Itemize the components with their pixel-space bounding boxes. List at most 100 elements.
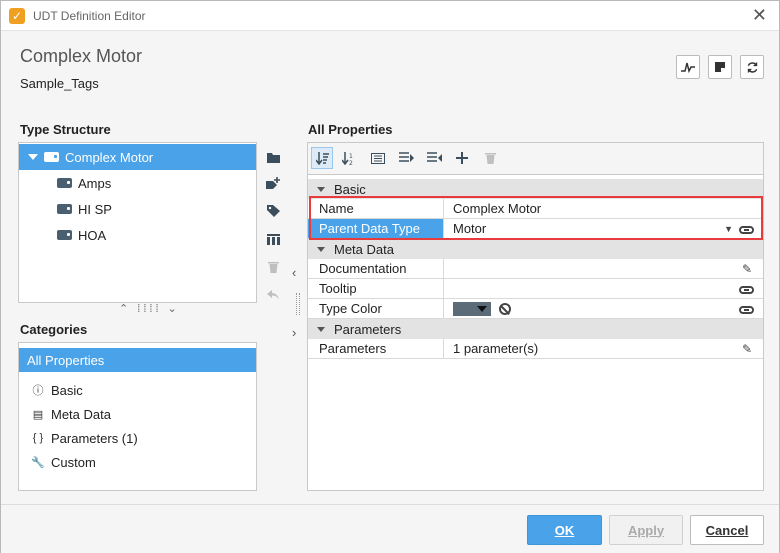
collapse-all-button[interactable] xyxy=(423,147,445,169)
property-grid: Basic Name Complex Motor Parent Data Typ… xyxy=(307,174,764,491)
chevron-right-icon[interactable]: › xyxy=(292,325,296,340)
property-name: Tooltip xyxy=(308,279,444,298)
udt-editor-window: ✓ UDT Definition Editor ✕ Complex Motor … xyxy=(0,0,780,553)
ok-label: OK xyxy=(554,522,575,538)
undo-button[interactable] xyxy=(264,286,282,304)
section-label: Basic xyxy=(334,181,366,197)
tree-item-label: HI SP xyxy=(78,201,112,217)
refresh-icon xyxy=(747,61,757,73)
udt-title: Complex Motor xyxy=(20,46,143,66)
collapse-triangle-icon[interactable] xyxy=(317,186,325,192)
category-label: Meta Data xyxy=(51,406,111,422)
columns-icon xyxy=(266,233,280,245)
property-name: Parent Data Type xyxy=(308,219,444,238)
property-toolbar: 12 xyxy=(307,142,764,174)
trash-icon xyxy=(267,262,279,273)
property-name: Documentation xyxy=(308,259,444,278)
add-property-button[interactable] xyxy=(451,147,473,169)
color-picker-swatch[interactable] xyxy=(453,302,491,316)
splitter-handle[interactable]: ⌃ ⁞⁞⁞⁞ ⌄ xyxy=(119,302,180,315)
collapse-triangle-icon[interactable] xyxy=(317,326,325,332)
type-structure-label: Type Structure xyxy=(20,122,111,137)
tag-icon xyxy=(266,205,280,217)
property-row-parameters[interactable]: Parameters 1 parameter(s) ✎ xyxy=(308,339,763,359)
section-parameters[interactable]: Parameters xyxy=(308,319,763,339)
pencil-icon[interactable]: ✎ xyxy=(742,339,752,359)
close-icon[interactable]: ✕ xyxy=(752,5,767,26)
tree-item-amps[interactable]: Amps xyxy=(19,170,256,196)
category-basic[interactable]: ⓘ Basic xyxy=(19,378,256,402)
categories-label: Categories xyxy=(20,322,88,337)
category-label: Basic xyxy=(51,382,83,398)
section-basic[interactable]: Basic xyxy=(308,179,763,199)
note-icon xyxy=(715,62,725,72)
delete-member-button[interactable] xyxy=(264,258,282,276)
section-label: Meta Data xyxy=(334,241,394,257)
trend-button[interactable] xyxy=(676,55,700,79)
property-row-type-color[interactable]: Type Color xyxy=(308,299,763,319)
dropdown-arrow-icon[interactable]: ▼ xyxy=(724,219,733,239)
property-row-parent-data-type[interactable]: Parent Data Type Motor ▼ xyxy=(308,219,763,239)
columns-button[interactable] xyxy=(264,230,282,248)
tooltip-value-field[interactable] xyxy=(444,279,763,298)
all-properties-label: All Properties xyxy=(308,122,393,137)
new-folder-button[interactable] xyxy=(264,148,282,166)
braces-icon: { } xyxy=(32,432,44,444)
property-row-tooltip[interactable]: Tooltip xyxy=(308,279,763,299)
header: Complex Motor Sample_Tags xyxy=(1,32,779,102)
category-parameters[interactable]: { } Parameters (1) xyxy=(19,426,256,450)
category-meta-data[interactable]: ▤ Meta Data xyxy=(19,402,256,426)
sort-alpha-icon: 12 xyxy=(341,151,353,165)
refresh-button[interactable] xyxy=(740,55,764,79)
tag-button[interactable] xyxy=(264,202,282,220)
add-member-button[interactable] xyxy=(264,174,282,192)
pencil-icon[interactable]: ✎ xyxy=(742,259,752,279)
tag-icon xyxy=(57,178,72,188)
apply-button[interactable]: Apply xyxy=(609,515,683,545)
tree-item-complex-motor[interactable]: Complex Motor xyxy=(19,144,256,170)
remove-property-button[interactable] xyxy=(479,147,501,169)
cancel-label: Cancel xyxy=(705,522,749,538)
parameters-value-field[interactable]: 1 parameter(s) ✎ xyxy=(444,339,763,358)
category-custom[interactable]: 🔧 Custom xyxy=(19,450,256,474)
tree-item-label: HOA xyxy=(78,227,107,243)
type-color-field[interactable] xyxy=(444,299,763,318)
binding-link-icon[interactable] xyxy=(739,299,754,319)
ok-button[interactable]: OK xyxy=(527,515,602,545)
window-title: UDT Definition Editor xyxy=(33,9,146,23)
collapse-triangle-icon[interactable] xyxy=(317,246,325,252)
property-value: Complex Motor xyxy=(453,201,542,216)
vertical-splitter-grip[interactable] xyxy=(296,293,300,315)
parent-type-dropdown[interactable]: Motor ▼ xyxy=(444,219,763,238)
show-description-button[interactable] xyxy=(367,147,389,169)
trash-icon xyxy=(484,153,496,164)
property-row-documentation[interactable]: Documentation ✎ xyxy=(308,259,763,279)
binding-link-icon[interactable] xyxy=(739,279,754,299)
dialog-footer: OK Apply Cancel xyxy=(1,504,779,553)
trend-icon xyxy=(681,62,695,73)
tree-item-hi-sp[interactable]: HI SP xyxy=(19,196,256,222)
folder-icon xyxy=(266,152,280,163)
clear-color-icon[interactable] xyxy=(499,303,511,315)
property-row-name[interactable]: Name Complex Motor xyxy=(308,199,763,219)
section-meta-data[interactable]: Meta Data xyxy=(308,239,763,259)
expand-all-button[interactable] xyxy=(395,147,417,169)
cancel-button[interactable]: Cancel xyxy=(690,515,764,545)
notes-button[interactable] xyxy=(708,55,732,79)
caret-down-icon[interactable] xyxy=(28,154,38,160)
documentation-value-field[interactable]: ✎ xyxy=(444,259,763,278)
sort-alpha-button[interactable]: 12 xyxy=(337,147,359,169)
chevron-left-icon[interactable]: ‹ xyxy=(292,265,296,280)
plus-icon xyxy=(456,152,468,164)
collapse-all-icon xyxy=(426,152,442,162)
type-structure-tree: Complex Motor Amps HI SP HOA xyxy=(18,142,257,303)
tree-item-hoa[interactable]: HOA xyxy=(19,222,256,248)
tree-item-label: Amps xyxy=(78,175,112,191)
name-value-field[interactable]: Complex Motor xyxy=(444,199,763,218)
binding-link-icon[interactable] xyxy=(739,219,754,239)
sort-categorized-button[interactable] xyxy=(311,147,333,169)
property-value: Motor xyxy=(453,221,487,236)
tag-icon xyxy=(57,230,72,240)
udt-icon xyxy=(44,152,59,162)
category-all-properties[interactable]: All Properties xyxy=(19,348,256,372)
